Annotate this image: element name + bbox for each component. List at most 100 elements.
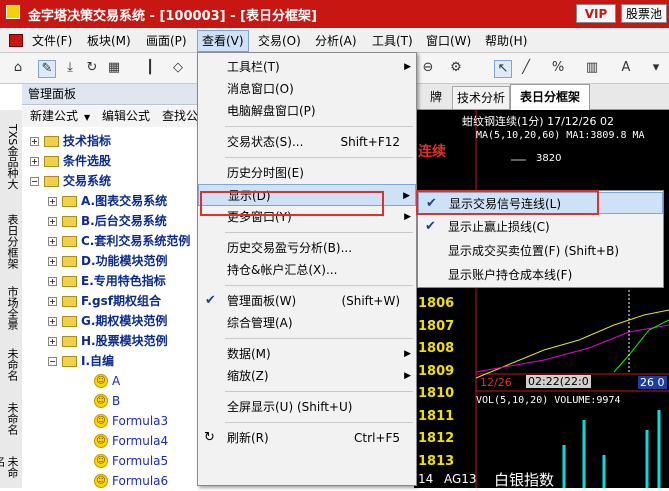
ruler-icon[interactable]: ▥ bbox=[584, 60, 600, 76]
tree-folder[interactable]: + D.功能模块范例 bbox=[22, 251, 198, 271]
menu-help[interactable]: 帮助(H) bbox=[485, 32, 527, 49]
view-menu-item[interactable]: 消息窗口(O) bbox=[198, 78, 416, 100]
stock-pool-button[interactable]: 股票池 bbox=[621, 4, 667, 23]
formula-smiley-icon: ☺ bbox=[94, 394, 108, 408]
view-menu-item[interactable]: 历史分时图(E) bbox=[198, 162, 416, 184]
chart-area[interactable]: 蚶纹钢连续(1分) 17/12/26 02 MA(5,10,20,60) MA1… bbox=[414, 110, 669, 489]
menu-tools[interactable]: 工具(T) bbox=[372, 32, 413, 49]
view-menu-item[interactable]: 综合管理(A) bbox=[198, 312, 416, 334]
tree-folder[interactable]: + C.套利交易系统范例 bbox=[22, 231, 198, 251]
left-tab-3[interactable]: 市场全景 bbox=[3, 286, 19, 330]
menu-item-label: 消息窗口(O) bbox=[227, 82, 294, 96]
expand-icon[interactable]: + bbox=[48, 217, 57, 226]
display-submenu-item[interactable]: 显示成交买卖位置(F) (Shift+B) bbox=[418, 240, 663, 262]
tree-folder[interactable]: + A.图表交易系统 bbox=[22, 191, 198, 211]
tree-leaf[interactable]: ☺ Formula6 bbox=[22, 471, 198, 491]
tree-folder[interactable]: + 条件选股 bbox=[22, 151, 198, 171]
expand-icon[interactable]: + bbox=[48, 237, 57, 246]
view-menu-item[interactable]: 数据(M) ▶ bbox=[198, 343, 416, 365]
view-menu-item[interactable]: 历史交易盈亏分析(B)... bbox=[198, 237, 416, 259]
chevron-down-icon[interactable]: ▾ bbox=[648, 60, 664, 76]
grid-icon[interactable]: ▦ bbox=[106, 60, 122, 76]
tree-leaf[interactable]: ☺ Formula3 bbox=[22, 411, 198, 431]
new-formula-button[interactable]: 新建公式 bbox=[30, 106, 78, 127]
menu-sector[interactable]: 板块(M) bbox=[87, 32, 131, 49]
tab-tech-analysis[interactable]: 技术分析 bbox=[452, 86, 510, 109]
tree-leaf[interactable]: ☺ Formula5 bbox=[22, 451, 198, 471]
tree-folder[interactable]: − 交易系统 bbox=[22, 171, 198, 191]
menu-separator bbox=[225, 126, 413, 127]
tree-label: Formula5 bbox=[112, 454, 169, 468]
download-icon[interactable]: ⤓ bbox=[62, 60, 78, 76]
view-menu-item[interactable]: 缩放(Z) ▶ bbox=[198, 365, 416, 387]
tree-label: E.专用特色指标 bbox=[81, 274, 166, 288]
footer-name: 白银指数 bbox=[494, 471, 555, 489]
view-menu-item[interactable]: ✔ 管理面板(W) (Shift+W) bbox=[198, 290, 416, 312]
find-formula-button[interactable]: 查找公 bbox=[162, 106, 198, 127]
menu-trade[interactable]: 交易(O) bbox=[258, 32, 301, 49]
diamond-icon[interactable]: ◇ bbox=[170, 60, 186, 76]
chevron-down-icon[interactable]: ▼ bbox=[84, 107, 90, 128]
home-icon[interactable]: ⌂ bbox=[10, 60, 26, 76]
view-menu-item[interactable]: 工具栏(T) ▶ bbox=[198, 56, 416, 78]
tree-folder[interactable]: + F.gsf期权组合 bbox=[22, 291, 198, 311]
app-logo-icon bbox=[6, 5, 20, 19]
tree-folder[interactable]: + 技术指标 bbox=[22, 131, 198, 151]
menu-screen[interactable]: 画面(P) bbox=[146, 32, 187, 49]
zoom-icon[interactable]: ⊖ bbox=[420, 60, 436, 76]
line-tool-icon[interactable]: ╱ bbox=[518, 60, 534, 76]
tree-leaf[interactable]: ☺ Formula4 bbox=[22, 431, 198, 451]
left-tab-6[interactable]: 未命名 bbox=[0, 456, 19, 488]
tab-partial[interactable]: 牌 bbox=[414, 86, 442, 108]
font-tool-icon[interactable]: A bbox=[618, 60, 634, 76]
menu-view[interactable]: 查看(V) bbox=[197, 30, 249, 52]
tree-folder[interactable]: + E.专用特色指标 bbox=[22, 271, 198, 291]
left-tab-4[interactable]: 未命名 bbox=[3, 348, 19, 381]
tree-folder[interactable]: + H.股票模块范例 bbox=[22, 331, 198, 351]
view-menu-item[interactable]: 持仓&帐户汇总(X)... bbox=[198, 259, 416, 281]
menu-analysis[interactable]: 分析(A) bbox=[315, 32, 357, 49]
tree-folder[interactable]: + G.期权模块范例 bbox=[22, 311, 198, 331]
expand-icon[interactable]: + bbox=[48, 317, 57, 326]
view-menu-item[interactable]: 全屏显示(U) (Shift+U) bbox=[198, 396, 416, 418]
tree-label: B.后台交易系统 bbox=[81, 214, 167, 228]
expand-icon[interactable]: + bbox=[48, 197, 57, 206]
left-tab-strip: TXS金品种大 表日分框架 市场全景 未命名 未命名 未命名 bbox=[0, 110, 23, 488]
expand-icon[interactable]: + bbox=[30, 137, 39, 146]
tree-leaf[interactable]: ☺ B bbox=[22, 391, 198, 411]
left-tab-5[interactable]: 未命名 bbox=[3, 402, 19, 435]
vip-button[interactable]: VIP bbox=[576, 4, 616, 23]
tab-daily-frame[interactable]: 表日分框架 bbox=[510, 84, 590, 110]
cursor-icon[interactable]: ↖ bbox=[494, 60, 512, 78]
display-submenu-item[interactable]: ✔ 显示止赢止损线(C) bbox=[418, 216, 663, 238]
menu-file[interactable]: 文件(F) bbox=[32, 32, 72, 49]
folder-icon bbox=[44, 156, 59, 167]
menu-window[interactable]: 窗口(W) bbox=[426, 32, 471, 49]
expand-icon[interactable]: + bbox=[48, 297, 57, 306]
kline-icon[interactable]: ┃ bbox=[142, 60, 158, 76]
view-menu-item[interactable]: 电脑解盘窗口(P) bbox=[198, 100, 416, 122]
percent-icon[interactable]: % bbox=[550, 60, 566, 76]
collapse-icon[interactable]: − bbox=[30, 177, 39, 186]
expand-icon[interactable]: + bbox=[48, 277, 57, 286]
display-submenu-item[interactable]: 显示账户持仓成本线(F) bbox=[418, 264, 663, 286]
tree-folder[interactable]: + B.后台交易系统 bbox=[22, 211, 198, 231]
expand-icon[interactable]: + bbox=[30, 157, 39, 166]
edit-formula-button[interactable]: 编辑公式 bbox=[102, 106, 150, 127]
left-tab-2[interactable]: 表日分框架 bbox=[3, 214, 19, 269]
expand-icon[interactable]: + bbox=[48, 337, 57, 346]
tree-leaf[interactable]: ☺ A bbox=[22, 371, 198, 391]
view-menu-item[interactable]: 交易状态(S)... Shift+F12 bbox=[198, 131, 416, 153]
refresh-icon[interactable]: ↻ bbox=[84, 60, 100, 76]
tree-folder[interactable]: − I.自编 bbox=[22, 351, 198, 371]
settings-icon[interactable]: ⚙ bbox=[448, 60, 464, 76]
menu-item-label: 显示账户持仓成本线(F) bbox=[448, 268, 573, 282]
window-title: 金字塔决策交易系统 - [100003] - [表日分框架] bbox=[28, 9, 317, 24]
expand-icon[interactable]: + bbox=[48, 257, 57, 266]
left-tab-1[interactable]: TXS金品种大 bbox=[3, 124, 19, 189]
view-menu-item[interactable]: ↻ 刷新(R) Ctrl+F5 bbox=[198, 427, 416, 449]
app-menu-icon[interactable] bbox=[9, 34, 23, 47]
collapse-icon[interactable]: − bbox=[48, 357, 57, 366]
draw-pen-icon[interactable]: ✎ bbox=[38, 60, 56, 78]
folder-open-icon bbox=[62, 356, 77, 367]
